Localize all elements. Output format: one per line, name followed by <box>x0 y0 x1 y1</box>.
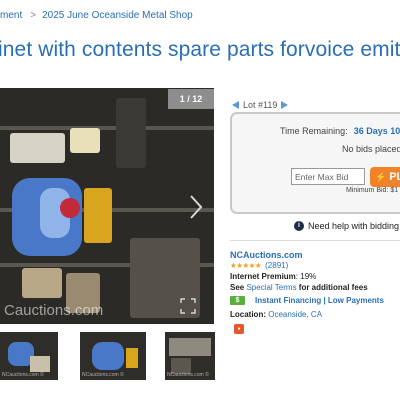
location-label: Location: <box>230 310 266 319</box>
info-icon: i <box>294 221 304 231</box>
location-link[interactable]: Oceanside, CA <box>268 310 322 319</box>
location: Location: Oceanside, CA <box>230 310 322 319</box>
internet-premium: Internet Premium: 19% <box>230 272 316 281</box>
bolt-icon: ⚡ <box>375 171 387 182</box>
time-remaining-value: 36 Days 10 H <box>353 126 400 136</box>
seller-rating[interactable]: ★★★★★ (2891) <box>230 261 288 270</box>
breadcrumb-item-auction[interactable]: 2025 June Oceanside Metal Shop <box>42 10 193 21</box>
thumbnail-watermark: NCauctions.com © <box>82 372 124 378</box>
bid-status: No bids placed <box>342 144 400 154</box>
lot-navigation: Lot #119 <box>232 100 289 110</box>
seller-name[interactable]: NCAuctions.com <box>230 250 303 260</box>
next-lot-icon[interactable] <box>281 101 289 109</box>
thumbnail-strip: NCauctions.com © NCauctions.com © NCauct… <box>0 332 400 380</box>
special-terms: See Special Terms for additional fees <box>230 283 368 292</box>
time-remaining-label: Time Remaining: <box>280 126 348 136</box>
financing-link[interactable]: Instant Financing | Low Payments <box>255 296 384 305</box>
seller-badge-icon: ● <box>234 324 244 334</box>
expand-icon[interactable] <box>180 298 196 314</box>
lot-title: inet with contents spare parts forvoice … <box>0 38 400 61</box>
thumbnail[interactable]: NCauctions.com © <box>0 332 58 380</box>
terms-prefix: See <box>230 283 245 292</box>
minimum-bid: Minimum Bid: $1 <box>346 187 399 194</box>
main-photo[interactable] <box>0 88 214 324</box>
previous-lot-icon[interactable] <box>232 101 239 109</box>
star-rating-icon: ★★★★★ <box>230 261 262 270</box>
financing: $ Instant Financing | Low Payments <box>230 296 384 305</box>
premium-label: Internet Premium <box>230 272 296 281</box>
chevron-right-icon[interactable] <box>186 194 206 220</box>
lot-number: Lot #119 <box>243 100 278 110</box>
lot-detail-page: ment >2025 June Oceanside Metal Shop inet… <box>0 0 400 400</box>
divider <box>230 240 400 241</box>
premium-value: : 19% <box>295 272 317 281</box>
place-bid-label: PL <box>389 171 400 183</box>
money-icon: $ <box>230 296 245 305</box>
time-remaining: Time Remaining: 36 Days 10 H <box>280 126 400 136</box>
special-terms-link[interactable]: Special Terms <box>246 283 296 292</box>
thumbnail-watermark: NCauctions.com © <box>167 372 209 378</box>
rating-count: (2891) <box>265 261 289 270</box>
bid-panel: Time Remaining: 36 Days 10 H No bids plac… <box>230 112 400 214</box>
max-bid-input[interactable] <box>291 168 365 185</box>
breadcrumb-item-parent[interactable]: ment <box>0 10 22 21</box>
bidding-help-text: Need help with bidding <box>308 221 400 231</box>
photo-watermark: Cauctions.com <box>4 302 104 319</box>
photo-counter: 1 / 12 <box>168 89 214 109</box>
breadcrumb-separator: > <box>30 10 37 21</box>
thumbnail[interactable]: NCauctions.com © <box>80 332 146 380</box>
breadcrumb: ment >2025 June Oceanside Metal Shop <box>0 10 193 26</box>
thumbnail-watermark: NCauctions.com © <box>2 372 44 378</box>
place-bid-button[interactable]: ⚡ PL <box>370 167 400 187</box>
thumbnail[interactable]: NCauctions.com © <box>165 332 215 380</box>
terms-suffix: for additional fees <box>298 283 368 292</box>
bidding-help-link[interactable]: i Need help with bidding <box>294 221 399 231</box>
